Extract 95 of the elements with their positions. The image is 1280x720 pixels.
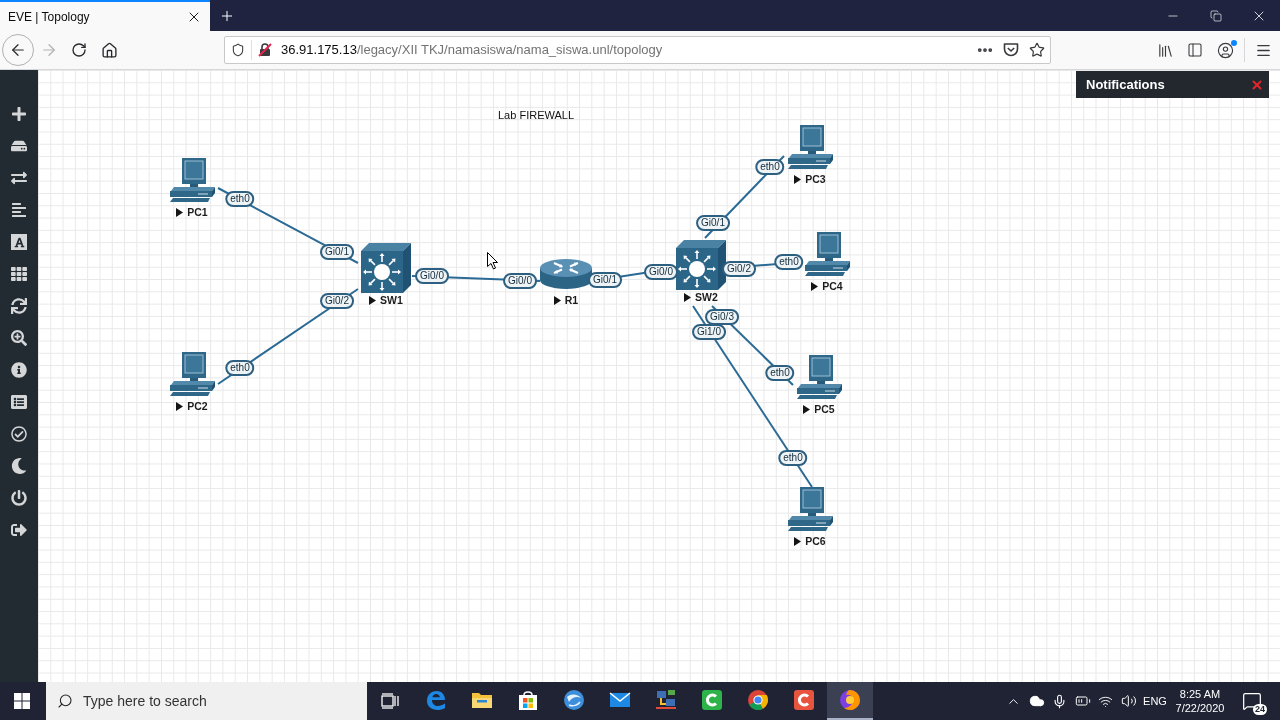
pc-icon[interactable] (168, 158, 216, 202)
pc-icon[interactable] (795, 355, 843, 399)
font-icon[interactable] (11, 234, 27, 250)
network-computers-icon (654, 688, 678, 712)
power-icon[interactable] (11, 490, 27, 506)
c-logo-icon (700, 688, 724, 712)
play-icon[interactable] (553, 295, 561, 305)
c-logo-icon (792, 688, 816, 712)
globe-logo-icon (838, 688, 862, 712)
account-icon[interactable] (1216, 41, 1234, 59)
clock-date[interactable]: 7/22/2020 (1175, 701, 1225, 715)
port-label: Gi0/2 (722, 261, 756, 277)
pc-icon[interactable] (803, 232, 851, 276)
language-indicator[interactable]: ENG (1143, 692, 1167, 710)
zoom-in-icon[interactable] (11, 330, 27, 346)
battery-icon[interactable] (1074, 693, 1091, 709)
library-icon[interactable] (1156, 41, 1174, 59)
port-label: Gi0/0 (644, 264, 678, 280)
port-label: Gi1/0 (692, 324, 726, 340)
pc-icon[interactable] (168, 352, 216, 396)
port-label: Gi0/0 (503, 273, 537, 289)
refresh-icon[interactable] (11, 298, 27, 314)
node-label: SW2 (695, 291, 718, 303)
port-label: eth0 (755, 159, 785, 175)
taskbar-app-button[interactable] (827, 682, 873, 720)
speaker-icon[interactable] (1120, 693, 1137, 709)
node-label: PC3 (805, 173, 826, 185)
search-field[interactable]: Type here to search (46, 682, 367, 720)
microphone-icon[interactable] (1052, 693, 1067, 709)
swap-arrows-icon[interactable] (11, 170, 27, 186)
node-label: R1 (564, 294, 579, 306)
port-label: Gi0/3 (705, 309, 739, 325)
node-label: PC6 (805, 535, 826, 547)
chevron-badge-icon[interactable] (1003, 42, 1019, 58)
port-label: eth0 (778, 450, 808, 466)
star-icon[interactable] (1029, 42, 1045, 58)
url-text: 36.91.175.13/legacy/XII TKJ/namasiswa/nama_siswa.unl/topology (281, 41, 663, 60)
sidebar-icon[interactable] (1187, 42, 1203, 58)
node-label: PC1 (187, 206, 208, 218)
port-label: Gi0/1 (696, 215, 730, 231)
play-icon[interactable] (684, 292, 692, 302)
node-label: PC2 (187, 400, 208, 412)
switch-icon[interactable] (676, 240, 726, 290)
port-label: Gi0/1 (588, 272, 622, 288)
play-icon[interactable] (794, 174, 802, 184)
play-icon[interactable] (176, 401, 184, 411)
play-icon[interactable] (811, 281, 819, 291)
ring-logo-icon (746, 688, 770, 712)
notifications-title: Notifications (1086, 75, 1166, 94)
port-label: Gi0/0 (415, 268, 449, 284)
address-field[interactable]: 36.91.175.13/legacy/XII TKJ/namasiswa/nama_siswa.unl/topology (224, 36, 1051, 64)
lab-title: Lab FIREWALL (498, 109, 574, 122)
start-icon[interactable] (14, 693, 30, 709)
moon-icon[interactable] (11, 458, 27, 474)
e-logo-icon (424, 688, 448, 712)
mouse-pointer-icon (487, 252, 498, 270)
notification-count-badge: 24 (1253, 704, 1267, 715)
play-icon[interactable] (176, 207, 184, 217)
router-icon[interactable] (540, 258, 592, 290)
play-icon[interactable] (794, 536, 802, 546)
clock-time[interactable]: 8:25 AM (1179, 687, 1221, 701)
browser-tab[interactable]: EVE | Topology (0, 0, 210, 31)
lock-slash-icon[interactable] (258, 43, 272, 57)
shield-icon[interactable] (231, 43, 245, 57)
plus-icon[interactable] (11, 106, 27, 122)
drive-icon[interactable] (11, 138, 27, 154)
info-icon[interactable] (11, 362, 27, 378)
logout-icon[interactable] (11, 522, 27, 538)
pc-icon[interactable] (786, 487, 834, 531)
node-label: PC5 (814, 403, 835, 415)
shopping-bag-icon (516, 688, 540, 712)
list-icon[interactable] (11, 394, 27, 410)
grid-icon[interactable] (11, 266, 27, 282)
task-view-icon[interactable] (381, 693, 399, 709)
cloud-icon[interactable] (1028, 693, 1045, 709)
port-label: Gi0/2 (320, 293, 354, 309)
port-label: eth0 (225, 191, 255, 207)
port-label: eth0 (225, 360, 255, 376)
port-label: eth0 (774, 254, 804, 270)
home-icon[interactable] (100, 41, 118, 59)
play-icon[interactable] (369, 295, 377, 305)
switch-icon[interactable] (361, 243, 411, 293)
port-label: eth0 (765, 365, 795, 381)
search-icon (57, 693, 73, 709)
back-button[interactable] (2, 34, 34, 66)
play-icon[interactable] (803, 404, 811, 414)
reload-icon[interactable] (71, 42, 87, 58)
sphere-logo-icon (562, 688, 586, 712)
pc-icon[interactable] (786, 125, 834, 169)
wifi-icon[interactable] (1098, 693, 1113, 709)
port-label: Gi0/1 (320, 244, 354, 260)
text-lines-icon[interactable] (11, 202, 27, 218)
restore-icon[interactable] (1209, 9, 1222, 22)
node-label: PC4 (822, 280, 843, 292)
node-label: SW1 (380, 294, 403, 306)
